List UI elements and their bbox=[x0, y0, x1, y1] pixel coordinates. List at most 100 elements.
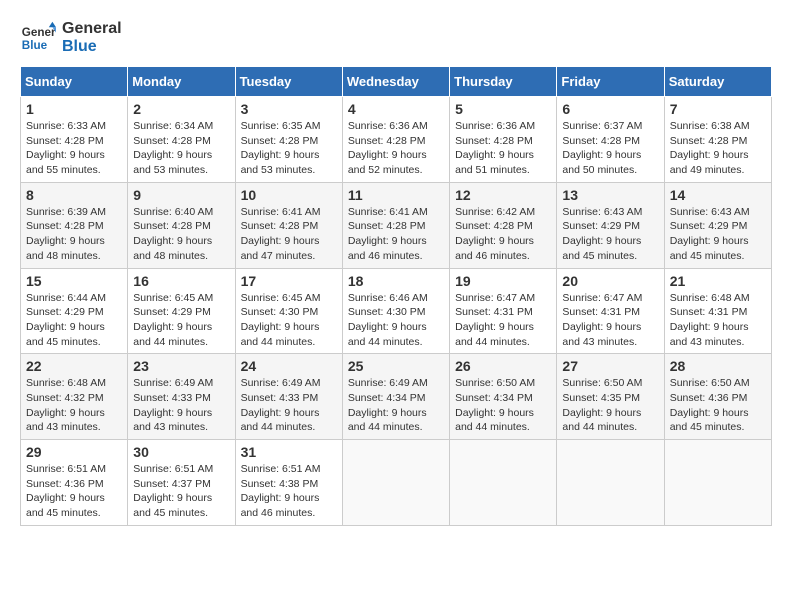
calendar-cell: 29 Sunrise: 6:51 AM Sunset: 4:36 PM Dayl… bbox=[21, 440, 128, 526]
calendar-cell: 8 Sunrise: 6:39 AM Sunset: 4:28 PM Dayli… bbox=[21, 182, 128, 268]
day-number: 22 bbox=[26, 358, 122, 374]
day-number: 3 bbox=[241, 101, 337, 117]
day-info: Sunrise: 6:41 AM Sunset: 4:28 PM Dayligh… bbox=[241, 205, 337, 264]
day-number: 4 bbox=[348, 101, 444, 117]
day-info: Sunrise: 6:49 AM Sunset: 4:33 PM Dayligh… bbox=[241, 376, 337, 435]
logo-line2: Blue bbox=[62, 38, 122, 56]
day-number: 21 bbox=[670, 273, 766, 289]
day-number: 10 bbox=[241, 187, 337, 203]
day-info: Sunrise: 6:36 AM Sunset: 4:28 PM Dayligh… bbox=[455, 119, 551, 178]
header-tuesday: Tuesday bbox=[235, 67, 342, 97]
day-number: 23 bbox=[133, 358, 229, 374]
day-number: 30 bbox=[133, 444, 229, 460]
week-row-3: 15 Sunrise: 6:44 AM Sunset: 4:29 PM Dayl… bbox=[21, 268, 772, 354]
day-number: 20 bbox=[562, 273, 658, 289]
day-info: Sunrise: 6:34 AM Sunset: 4:28 PM Dayligh… bbox=[133, 119, 229, 178]
calendar-cell: 3 Sunrise: 6:35 AM Sunset: 4:28 PM Dayli… bbox=[235, 97, 342, 183]
week-row-5: 29 Sunrise: 6:51 AM Sunset: 4:36 PM Dayl… bbox=[21, 440, 772, 526]
day-info: Sunrise: 6:48 AM Sunset: 4:31 PM Dayligh… bbox=[670, 291, 766, 350]
week-row-4: 22 Sunrise: 6:48 AM Sunset: 4:32 PM Dayl… bbox=[21, 354, 772, 440]
day-headers-row: SundayMondayTuesdayWednesdayThursdayFrid… bbox=[21, 67, 772, 97]
calendar-cell: 9 Sunrise: 6:40 AM Sunset: 4:28 PM Dayli… bbox=[128, 182, 235, 268]
day-number: 5 bbox=[455, 101, 551, 117]
calendar-cell: 22 Sunrise: 6:48 AM Sunset: 4:32 PM Dayl… bbox=[21, 354, 128, 440]
calendar-cell: 30 Sunrise: 6:51 AM Sunset: 4:37 PM Dayl… bbox=[128, 440, 235, 526]
day-info: Sunrise: 6:51 AM Sunset: 4:36 PM Dayligh… bbox=[26, 462, 122, 521]
calendar-cell: 18 Sunrise: 6:46 AM Sunset: 4:30 PM Dayl… bbox=[342, 268, 449, 354]
day-info: Sunrise: 6:50 AM Sunset: 4:36 PM Dayligh… bbox=[670, 376, 766, 435]
day-info: Sunrise: 6:49 AM Sunset: 4:33 PM Dayligh… bbox=[133, 376, 229, 435]
calendar-table: SundayMondayTuesdayWednesdayThursdayFrid… bbox=[20, 66, 772, 526]
day-info: Sunrise: 6:42 AM Sunset: 4:28 PM Dayligh… bbox=[455, 205, 551, 264]
day-number: 28 bbox=[670, 358, 766, 374]
calendar-cell: 5 Sunrise: 6:36 AM Sunset: 4:28 PM Dayli… bbox=[450, 97, 557, 183]
day-info: Sunrise: 6:51 AM Sunset: 4:38 PM Dayligh… bbox=[241, 462, 337, 521]
calendar-cell bbox=[342, 440, 449, 526]
header-saturday: Saturday bbox=[664, 67, 771, 97]
day-info: Sunrise: 6:36 AM Sunset: 4:28 PM Dayligh… bbox=[348, 119, 444, 178]
calendar-cell: 11 Sunrise: 6:41 AM Sunset: 4:28 PM Dayl… bbox=[342, 182, 449, 268]
day-info: Sunrise: 6:50 AM Sunset: 4:35 PM Dayligh… bbox=[562, 376, 658, 435]
day-info: Sunrise: 6:48 AM Sunset: 4:32 PM Dayligh… bbox=[26, 376, 122, 435]
day-number: 8 bbox=[26, 187, 122, 203]
header-friday: Friday bbox=[557, 67, 664, 97]
day-number: 1 bbox=[26, 101, 122, 117]
calendar-cell: 15 Sunrise: 6:44 AM Sunset: 4:29 PM Dayl… bbox=[21, 268, 128, 354]
day-info: Sunrise: 6:46 AM Sunset: 4:30 PM Dayligh… bbox=[348, 291, 444, 350]
calendar-cell: 14 Sunrise: 6:43 AM Sunset: 4:29 PM Dayl… bbox=[664, 182, 771, 268]
calendar-cell: 24 Sunrise: 6:49 AM Sunset: 4:33 PM Dayl… bbox=[235, 354, 342, 440]
day-number: 29 bbox=[26, 444, 122, 460]
day-number: 11 bbox=[348, 187, 444, 203]
day-number: 16 bbox=[133, 273, 229, 289]
calendar-cell: 27 Sunrise: 6:50 AM Sunset: 4:35 PM Dayl… bbox=[557, 354, 664, 440]
calendar-cell: 19 Sunrise: 6:47 AM Sunset: 4:31 PM Dayl… bbox=[450, 268, 557, 354]
calendar-cell: 6 Sunrise: 6:37 AM Sunset: 4:28 PM Dayli… bbox=[557, 97, 664, 183]
day-number: 12 bbox=[455, 187, 551, 203]
logo: General Blue General Blue bbox=[20, 20, 122, 56]
calendar-cell: 16 Sunrise: 6:45 AM Sunset: 4:29 PM Dayl… bbox=[128, 268, 235, 354]
week-row-1: 1 Sunrise: 6:33 AM Sunset: 4:28 PM Dayli… bbox=[21, 97, 772, 183]
day-number: 6 bbox=[562, 101, 658, 117]
calendar-cell: 20 Sunrise: 6:47 AM Sunset: 4:31 PM Dayl… bbox=[557, 268, 664, 354]
day-info: Sunrise: 6:45 AM Sunset: 4:30 PM Dayligh… bbox=[241, 291, 337, 350]
day-number: 19 bbox=[455, 273, 551, 289]
day-number: 26 bbox=[455, 358, 551, 374]
calendar-cell: 28 Sunrise: 6:50 AM Sunset: 4:36 PM Dayl… bbox=[664, 354, 771, 440]
day-info: Sunrise: 6:43 AM Sunset: 4:29 PM Dayligh… bbox=[670, 205, 766, 264]
day-number: 9 bbox=[133, 187, 229, 203]
calendar-cell: 4 Sunrise: 6:36 AM Sunset: 4:28 PM Dayli… bbox=[342, 97, 449, 183]
logo-line1: General bbox=[62, 20, 122, 38]
day-info: Sunrise: 6:38 AM Sunset: 4:28 PM Dayligh… bbox=[670, 119, 766, 178]
svg-text:Blue: Blue bbox=[22, 39, 48, 52]
day-number: 27 bbox=[562, 358, 658, 374]
day-number: 18 bbox=[348, 273, 444, 289]
calendar-cell: 12 Sunrise: 6:42 AM Sunset: 4:28 PM Dayl… bbox=[450, 182, 557, 268]
calendar-cell: 25 Sunrise: 6:49 AM Sunset: 4:34 PM Dayl… bbox=[342, 354, 449, 440]
calendar-cell: 1 Sunrise: 6:33 AM Sunset: 4:28 PM Dayli… bbox=[21, 97, 128, 183]
header-thursday: Thursday bbox=[450, 67, 557, 97]
day-number: 13 bbox=[562, 187, 658, 203]
calendar-cell bbox=[557, 440, 664, 526]
day-number: 31 bbox=[241, 444, 337, 460]
calendar-cell bbox=[664, 440, 771, 526]
day-number: 24 bbox=[241, 358, 337, 374]
day-info: Sunrise: 6:43 AM Sunset: 4:29 PM Dayligh… bbox=[562, 205, 658, 264]
header-monday: Monday bbox=[128, 67, 235, 97]
day-info: Sunrise: 6:50 AM Sunset: 4:34 PM Dayligh… bbox=[455, 376, 551, 435]
day-info: Sunrise: 6:40 AM Sunset: 4:28 PM Dayligh… bbox=[133, 205, 229, 264]
calendar-cell: 26 Sunrise: 6:50 AM Sunset: 4:34 PM Dayl… bbox=[450, 354, 557, 440]
calendar-cell: 2 Sunrise: 6:34 AM Sunset: 4:28 PM Dayli… bbox=[128, 97, 235, 183]
svg-text:General: General bbox=[22, 26, 56, 39]
logo-icon: General Blue bbox=[20, 20, 56, 56]
day-info: Sunrise: 6:49 AM Sunset: 4:34 PM Dayligh… bbox=[348, 376, 444, 435]
day-info: Sunrise: 6:39 AM Sunset: 4:28 PM Dayligh… bbox=[26, 205, 122, 264]
day-info: Sunrise: 6:37 AM Sunset: 4:28 PM Dayligh… bbox=[562, 119, 658, 178]
day-info: Sunrise: 6:33 AM Sunset: 4:28 PM Dayligh… bbox=[26, 119, 122, 178]
header-wednesday: Wednesday bbox=[342, 67, 449, 97]
calendar-cell: 17 Sunrise: 6:45 AM Sunset: 4:30 PM Dayl… bbox=[235, 268, 342, 354]
calendar-cell: 7 Sunrise: 6:38 AM Sunset: 4:28 PM Dayli… bbox=[664, 97, 771, 183]
day-number: 25 bbox=[348, 358, 444, 374]
day-number: 17 bbox=[241, 273, 337, 289]
header: General Blue General Blue bbox=[20, 20, 772, 56]
header-sunday: Sunday bbox=[21, 67, 128, 97]
